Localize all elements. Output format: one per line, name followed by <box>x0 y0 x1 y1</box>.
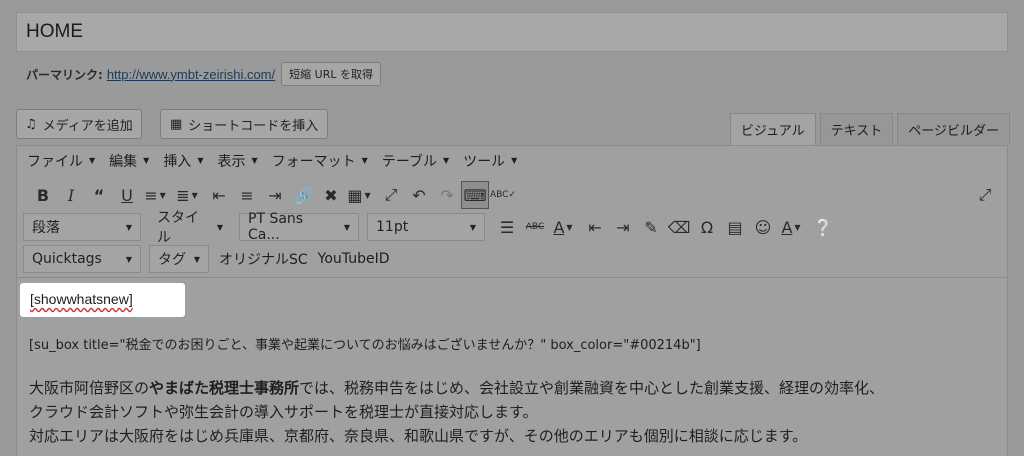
insert-shortcode-button[interactable]: ▦ ショートコードを挿入 <box>160 109 329 139</box>
tab-page-builder[interactable]: ページビルダー <box>897 113 1010 145</box>
shortcode-text: [showwhatsnew] <box>30 291 133 307</box>
table-icon[interactable]: ▦ ▼ <box>345 181 373 209</box>
omega-icon[interactable]: Ω <box>693 213 721 241</box>
fullscreen-icon[interactable]: ⤢ <box>377 181 405 209</box>
text-color-icon[interactable]: A ▼ <box>549 213 577 241</box>
permalink-row: パーマリンク: http://www.ymbt-zeirishi.com/ 短縮… <box>26 62 381 86</box>
menu-insert[interactable]: 挿入 ▼ <box>163 151 203 171</box>
post-title-field[interactable]: HOME <box>16 12 1008 52</box>
chevron-down-icon: ▼ <box>89 156 96 165</box>
chevron-down-icon: ▼ <box>216 222 223 232</box>
editor-content[interactable]: [showwhatsnew] [su_box title="税金でのお困りごと、… <box>17 277 1007 456</box>
toolbar-toggle-icon[interactable]: ⌨ <box>461 181 489 209</box>
media-icon: ♫ <box>25 116 37 132</box>
outdent-icon[interactable]: ⇤ <box>581 213 609 241</box>
toolbar-row-2: 段落 ▼ スタイル ▼ PT Sans Ca... ▼ 11pt ▼ ☰ ABC A ▼ … <box>17 210 1007 246</box>
paragraph-select[interactable]: 段落 ▼ <box>23 213 141 241</box>
post-title-text: HOME <box>26 21 83 42</box>
menu-file[interactable]: ファイル ▼ <box>27 151 95 171</box>
menu-tools[interactable]: ツール ▼ <box>463 151 517 171</box>
editor-menubar: ファイル ▼ 編集 ▼ 挿入 ▼ 表示 ▼ フォーマット ▼ テーブル ▼ ツール ▼ <box>17 146 1007 175</box>
menu-format[interactable]: フォーマット ▼ <box>272 151 368 171</box>
highlighted-shortcode: [showwhatsnew] <box>20 283 185 317</box>
permalink-label: パーマリンク: <box>26 67 103 82</box>
chevron-down-icon: ▼ <box>511 156 518 165</box>
italic-icon[interactable]: I <box>57 181 85 209</box>
su-box-shortcode: [su_box title="税金でのお困りごと、事業や起業についてのお悩みはご… <box>29 338 701 353</box>
chevron-down-icon: ▼ <box>469 222 476 232</box>
justify-icon[interactable]: ☰ <box>493 213 521 241</box>
chevron-down-icon: ▼ <box>193 254 200 264</box>
chevron-down-icon: ▼ <box>343 222 350 232</box>
chevron-down-icon: ▼ <box>361 156 368 165</box>
align-right-icon[interactable]: ⇥ <box>261 181 289 209</box>
bold-icon[interactable]: B <box>29 181 57 209</box>
permalink-link[interactable]: http://www.ymbt-zeirishi.com/ <box>107 67 275 82</box>
add-media-label: メディアを追加 <box>42 118 133 134</box>
menu-view[interactable]: 表示 ▼ <box>217 151 257 171</box>
emoji-icon[interactable]: ☺ <box>749 213 777 241</box>
menu-table[interactable]: テーブル ▼ <box>382 151 449 171</box>
menu-edit[interactable]: 編集 ▼ <box>109 151 149 171</box>
tab-text[interactable]: テキスト <box>819 113 894 145</box>
unlink-icon[interactable]: ✖ <box>317 181 345 209</box>
style-select[interactable]: スタイル ▼ <box>149 210 231 246</box>
toolbar-row-3: Quicktags ▼ タグ ▼ オリジナルSC YouTubeID <box>17 243 1007 275</box>
quicktags-select[interactable]: Quicktags ▼ <box>23 245 141 273</box>
chevron-down-icon: ▼ <box>197 156 204 165</box>
bg-color-icon[interactable]: A ▼ <box>777 213 805 241</box>
align-left-icon[interactable]: ⇤ <box>205 181 233 209</box>
editor-tabs: ビジュアル テキスト ページビルダー <box>729 113 1010 145</box>
redo-icon[interactable]: ↷ <box>433 181 461 209</box>
link-icon[interactable]: 🔗 <box>289 181 317 209</box>
align-center-icon[interactable]: ≡ <box>233 181 261 209</box>
clear-format-icon[interactable]: ⌫ <box>665 213 693 241</box>
distraction-free-icon[interactable]: ⤢ <box>971 181 999 209</box>
undo-icon[interactable]: ↶ <box>405 181 433 209</box>
office-name: やまばた税理士事務所 <box>149 379 300 397</box>
tinymce-editor: ファイル ▼ 編集 ▼ 挿入 ▼ 表示 ▼ フォーマット ▼ テーブル ▼ ツール ▼ B I… <box>16 145 1008 456</box>
chevron-down-icon: ▼ <box>125 222 132 232</box>
youtube-id-button[interactable]: YouTubeID <box>318 251 390 267</box>
help-icon[interactable]: ❔ <box>809 213 837 241</box>
get-shortlink-button[interactable]: 短縮 URL を取得 <box>281 62 381 86</box>
paste-text-icon[interactable]: ✎ <box>637 213 665 241</box>
intro-paragraph: 大阪市阿倍野区のやまばた税理士事務所では、税務申告をはじめ、会社設立や創業融資を… <box>29 379 885 445</box>
chevron-down-icon: ▼ <box>442 156 450 165</box>
shortcode-icon: ▦ <box>170 116 183 132</box>
font-family-select[interactable]: PT Sans Ca... ▼ <box>239 211 359 243</box>
chevron-down-icon: ▼ <box>143 156 150 165</box>
original-sc-button[interactable]: オリジナルSC <box>219 249 308 269</box>
chevron-down-icon: ▼ <box>251 156 258 165</box>
numbered-list-icon[interactable]: ≣ ▼ <box>173 181 201 209</box>
underline-icon[interactable]: U <box>113 181 141 209</box>
tag-select[interactable]: タグ ▼ <box>149 245 209 273</box>
insert-shortcode-label: ショートコードを挿入 <box>188 118 319 134</box>
add-media-button[interactable]: ♫ メディアを追加 <box>16 109 142 139</box>
blockquote-icon[interactable]: “ <box>85 181 113 209</box>
bullet-list-icon[interactable]: ≡ ▼ <box>141 181 169 209</box>
tab-visual[interactable]: ビジュアル <box>729 113 816 145</box>
strikethrough-icon[interactable]: ABC <box>521 213 549 241</box>
spellcheck-icon[interactable]: ABC✓ <box>489 181 517 209</box>
chevron-down-icon: ▼ <box>125 254 132 264</box>
page-break-icon[interactable]: ▤ <box>721 213 749 241</box>
indent-icon[interactable]: ⇥ <box>609 213 637 241</box>
font-size-select[interactable]: 11pt ▼ <box>367 213 485 241</box>
